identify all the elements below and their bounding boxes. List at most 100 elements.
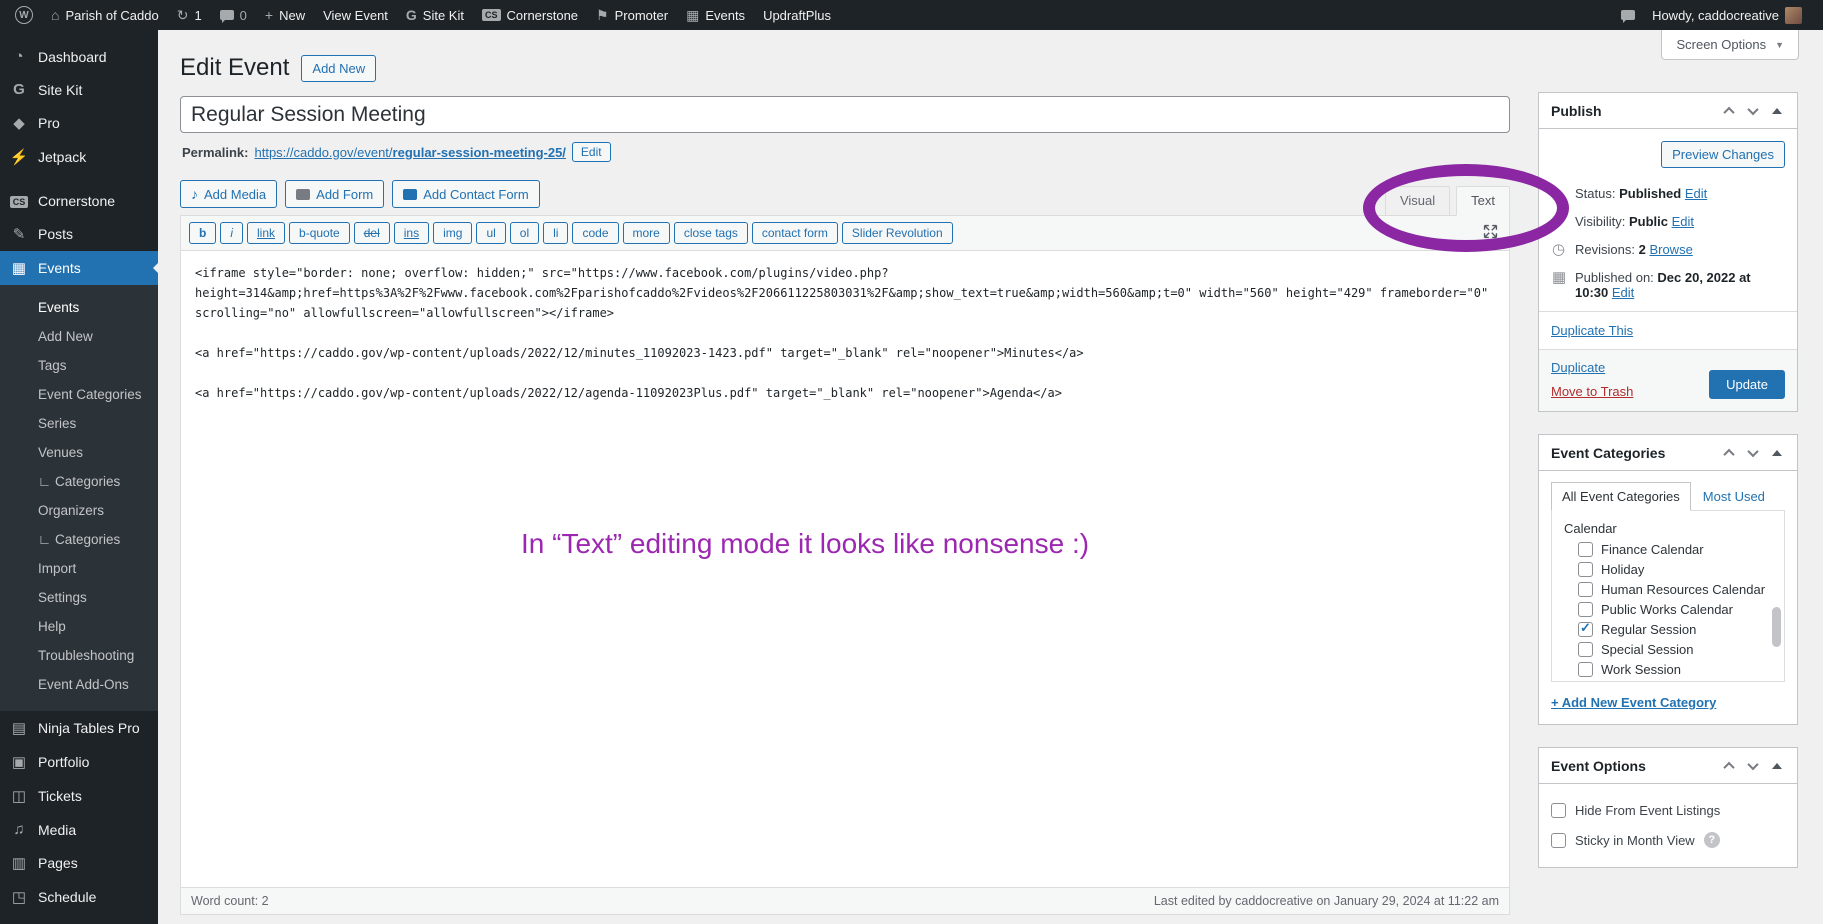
sidebar-item-site-kit[interactable]: G Site Kit [0,73,158,106]
my-account-menu[interactable]: Howdy, caddocreative [1643,0,1811,30]
tab-most-used[interactable]: Most Used [1691,483,1777,510]
submenu-item-tags[interactable]: Tags [0,351,158,380]
updates-link[interactable]: ↻ 1 [168,0,211,30]
move-up-button[interactable] [1719,443,1739,463]
category-checkbox-holiday[interactable]: Holiday [1562,559,1766,579]
fullscreen-expand-icon[interactable] [1482,223,1499,240]
edit-published-date-link[interactable]: Edit [1612,285,1634,300]
collapse-toggle[interactable] [1767,756,1787,776]
submenu-item-venue-categories[interactable]: ∟ Categories [0,467,158,496]
promoter-menu[interactable]: ⚑ Promoter [587,0,677,30]
duplicate-link[interactable]: Duplicate [1551,360,1605,375]
category-checkbox-finance-calendar[interactable]: Finance Calendar [1562,539,1766,559]
submenu-item-event-categories[interactable]: Event Categories [0,380,158,409]
add-new-event-category-link[interactable]: + Add New Event Category [1551,695,1716,710]
quicktag-ins-button[interactable]: ins [394,222,429,244]
sidebar-item-schedule[interactable]: ◳ Schedule [0,880,158,914]
screen-options-button[interactable]: Screen Options ▼ [1661,30,1799,60]
submenu-item-help[interactable]: Help [0,612,158,641]
cornerstone-menu[interactable]: CS Cornerstone [473,0,587,30]
duplicate-this-link[interactable]: Duplicate This [1551,323,1633,338]
edit-permalink-button[interactable]: Edit [572,142,611,162]
quicktag-italic-button[interactable]: i [220,222,243,244]
move-up-button[interactable] [1719,101,1739,121]
submenu-item-venues[interactable]: Venues [0,438,158,467]
add-media-button[interactable]: ♪ Add Media [180,180,277,208]
permalink-link[interactable]: https://caddo.gov/event/regular-session-… [254,145,565,160]
category-checkbox-regular-session[interactable]: Regular Session [1562,619,1766,639]
submenu-item-organizer-categories[interactable]: ∟ Categories [0,525,158,554]
quicktag-bold-button[interactable]: b [189,222,216,244]
sidebar-item-tickets[interactable]: ◫ Tickets [0,779,158,813]
quicktag-contact-form-button[interactable]: contact form [752,222,838,244]
update-button[interactable]: Update [1709,370,1785,399]
sidebar-item-comments[interactable]: Comments [0,914,158,924]
scrollbar-thumb[interactable] [1772,607,1781,647]
quicktag-img-button[interactable]: img [433,222,472,244]
move-down-button[interactable] [1743,756,1763,776]
tab-visual[interactable]: Visual [1385,186,1450,216]
quicktag-link-button[interactable]: link [247,222,285,244]
add-form-button[interactable]: Add Form [285,180,384,208]
submenu-item-series[interactable]: Series [0,409,158,438]
submenu-item-settings[interactable]: Settings [0,583,158,612]
submenu-item-import[interactable]: Import [0,554,158,583]
quicktag-blockquote-button[interactable]: b-quote [289,222,350,244]
tab-text[interactable]: Text [1456,186,1510,216]
sidebar-item-media[interactable]: ♫ Media [0,813,158,846]
move-to-trash-link[interactable]: Move to Trash [1551,384,1633,399]
sidebar-item-jetpack[interactable]: ⚡ Jetpack [0,140,158,174]
edit-visibility-link[interactable]: Edit [1672,214,1694,229]
move-up-button[interactable] [1719,756,1739,776]
tab-all-event-categories[interactable]: All Event Categories [1551,482,1691,511]
quicktag-ol-button[interactable]: ol [510,222,539,244]
notification-icon[interactable] [1621,10,1635,20]
edit-status-link[interactable]: Edit [1685,186,1707,201]
sidebar-item-pro[interactable]: ◆ Pro [0,106,158,140]
submenu-item-troubleshooting[interactable]: Troubleshooting [0,641,158,670]
wordpress-menu[interactable]: W [6,0,42,30]
category-checkbox-human-resources-calendar[interactable]: Human Resources Calendar [1562,579,1766,599]
category-checkbox-special-session[interactable]: Special Session [1562,639,1766,659]
quicktag-del-button[interactable]: del [354,222,390,244]
sidebar-item-pages[interactable]: ▥ Pages [0,846,158,880]
quicktag-more-button[interactable]: more [623,222,670,244]
event-title-input[interactable] [180,96,1510,133]
sidebar-item-events[interactable]: ▦ Events [0,251,158,285]
submenu-item-add-new[interactable]: Add New [0,322,158,351]
quicktag-close-tags-button[interactable]: close tags [674,222,748,244]
editor-textarea[interactable]: <iframe style="border: none; overflow: h… [181,251,1509,887]
preview-changes-button[interactable]: Preview Changes [1661,141,1785,168]
collapse-toggle[interactable] [1767,443,1787,463]
quicktag-slider-revolution-button[interactable]: Slider Revolution [842,222,953,244]
sidebar-item-posts[interactable]: ✎ Posts [0,217,158,251]
view-event-link[interactable]: View Event [314,0,397,30]
sidebar-item-portfolio[interactable]: ▣ Portfolio [0,745,158,779]
help-icon[interactable]: ? [1704,832,1720,848]
quicktag-li-button[interactable]: li [543,222,568,244]
sticky-in-month-view-checkbox[interactable]: Sticky in Month View ? [1551,825,1785,855]
sidebar-item-cornerstone[interactable]: CS Cornerstone [0,184,158,217]
browse-revisions-link[interactable]: Browse [1649,242,1692,257]
new-content-menu[interactable]: + New [256,0,314,30]
sidebar-item-ninja-tables-pro[interactable]: ▤ Ninja Tables Pro [0,711,158,745]
hide-from-listings-checkbox[interactable]: Hide From Event Listings [1551,796,1785,825]
submenu-item-event-add-ons[interactable]: Event Add-Ons [0,670,158,699]
quicktag-code-button[interactable]: code [572,222,618,244]
sidebar-item-dashboard[interactable]: ◔ Dashboard [0,40,158,73]
category-checkbox-work-session[interactable]: Work Session [1562,659,1766,679]
move-down-button[interactable] [1743,443,1763,463]
updraftplus-menu[interactable]: UpdraftPlus [754,0,840,30]
add-new-button[interactable]: Add New [301,55,376,82]
site-kit-menu[interactable]: G Site Kit [397,0,473,30]
submenu-item-events[interactable]: Events [0,293,158,322]
quicktag-ul-button[interactable]: ul [476,222,505,244]
move-down-button[interactable] [1743,101,1763,121]
comments-link[interactable]: 0 [211,0,256,30]
collapse-toggle[interactable] [1767,101,1787,121]
add-contact-form-button[interactable]: Add Contact Form [392,180,540,208]
site-name-link[interactable]: ⌂ Parish of Caddo [42,0,168,30]
category-checkbox-public-works-calendar[interactable]: Public Works Calendar [1562,599,1766,619]
events-menu[interactable]: ▦ Events [677,0,754,30]
submenu-item-organizers[interactable]: Organizers [0,496,158,525]
